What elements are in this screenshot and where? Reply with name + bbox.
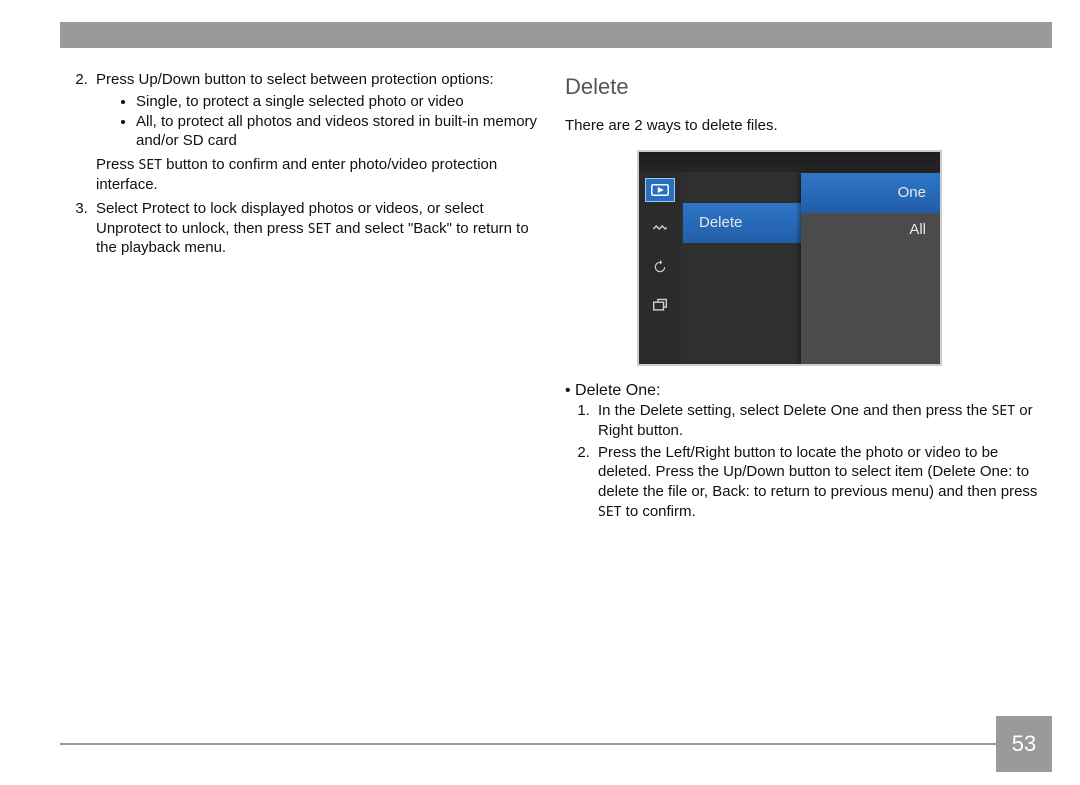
delete-step-1: In the Delete setting, select Delete One… (594, 401, 1048, 441)
header-bar (60, 22, 1052, 48)
delete-step-2: Press the Left/Right button to locate th… (594, 443, 1048, 522)
delete-intro: There are 2 ways to delete files. (565, 116, 1048, 136)
page-content: Press Up/Down button to select between p… (60, 70, 1048, 725)
output-icon (646, 294, 674, 316)
delete-heading: Delete (565, 74, 1048, 100)
playback-icon (645, 178, 675, 202)
set-key: SET (598, 505, 621, 520)
camera-screen-top (639, 152, 940, 172)
delete-one-steps: In the Delete setting, select Delete One… (562, 401, 1048, 522)
step-3: Select Protect to lock displayed photos … (92, 199, 538, 258)
right-column: Delete There are 2 ways to delete files. (562, 70, 1048, 725)
option-single: Single, to protect a single selected pho… (136, 92, 538, 112)
submenu-option-one: One (801, 173, 940, 213)
menu-item-delete-label: Delete (699, 214, 742, 231)
camera-menu-sidebar (639, 172, 681, 364)
step-2: Press Up/Down button to select between p… (92, 70, 538, 195)
protection-steps-list: Press Up/Down button to select between p… (60, 70, 538, 258)
submenu-panel: One All (801, 173, 940, 364)
set-key: SET (992, 404, 1015, 419)
press-set-note: Press SET button to confirm and enter ph… (96, 155, 538, 195)
option-all: All, to protect all photos and videos st… (136, 112, 538, 152)
step-2-text: Press Up/Down button to select between p… (96, 71, 494, 88)
camera-menu-main: Delete One All (683, 173, 940, 364)
set-key: SET (308, 222, 331, 237)
refresh-icon (646, 256, 674, 278)
submenu-option-all: All (909, 221, 926, 238)
page-number: 53 (996, 716, 1052, 772)
camera-screen-figure: Delete One All (637, 150, 942, 366)
left-column: Press Up/Down button to select between p… (60, 70, 538, 725)
delete-one-subheading: • Delete One: (565, 380, 1048, 401)
protection-options: Single, to protect a single selected pho… (96, 92, 538, 151)
settings-icon (646, 218, 674, 240)
set-key: SET (139, 158, 162, 173)
footer-rule (60, 743, 1020, 745)
camera-screen: Delete One All (637, 150, 942, 366)
